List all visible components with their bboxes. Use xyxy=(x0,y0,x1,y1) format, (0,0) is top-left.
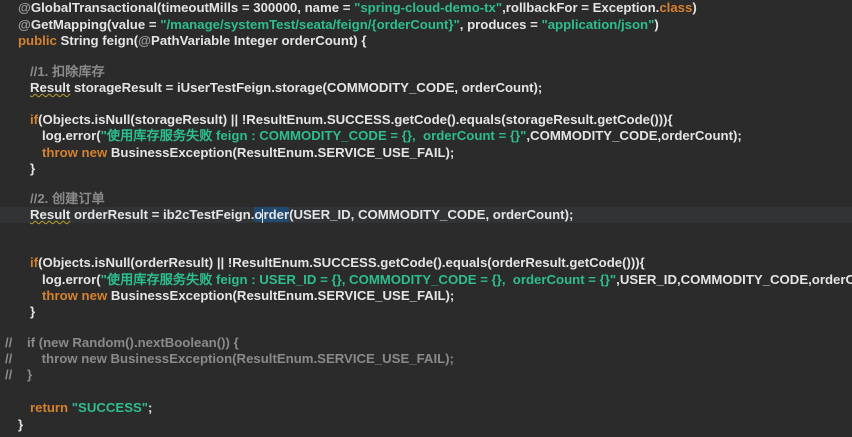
code-text: log.error("使用库存服务失败 feign : USER_ID = {}… xyxy=(42,272,852,288)
code-line[interactable]: if(Objects.isNull(orderResult) || !Resul… xyxy=(0,255,852,271)
annotation-symbol: @ xyxy=(18,17,31,32)
code-line[interactable]: public String feign(@PathVariable Intege… xyxy=(0,33,852,49)
code-token: log.error( xyxy=(42,128,101,143)
warning-token: Result xyxy=(30,207,71,222)
selected-text: o xyxy=(254,207,263,222)
comment: //2. 创建订单 xyxy=(30,191,105,206)
code-token: (USER_ID, COMMODITY_CODE, orderCount); xyxy=(289,207,574,222)
comment: // } xyxy=(5,367,33,382)
comment: // if (new Random().nextBoolean()) { xyxy=(5,335,239,350)
annotation-symbol: @ xyxy=(18,0,31,15)
code-token: BusinessException(ResultEnum.SERVICE_USE… xyxy=(107,288,455,303)
keyword: class xyxy=(659,0,693,15)
code-text: } xyxy=(30,161,35,177)
code-line[interactable]: @GetMapping(value = "/manage/systemTest/… xyxy=(0,17,852,33)
string-literal: "SUCCESS" xyxy=(71,400,149,415)
keyword: public xyxy=(18,33,57,48)
code-line[interactable]: } xyxy=(0,304,852,320)
code-text: throw new BusinessException(ResultEnum.S… xyxy=(42,145,454,161)
code-token: (Objects.isNull(storageResult) || !Resul… xyxy=(38,112,673,127)
code-text: // throw new BusinessException(ResultEnu… xyxy=(5,351,454,367)
code-line[interactable]: //1. 扣除库存 xyxy=(0,64,852,80)
code-text: return "SUCCESS"; xyxy=(30,400,152,416)
code-line[interactable]: Result orderResult = ib2cTestFeign.order… xyxy=(0,207,852,223)
string-literal: "application/json" xyxy=(541,17,655,32)
code-token: ,COMMODITY_CODE,orderCount); xyxy=(526,128,742,143)
code-token: String feign( xyxy=(56,33,139,48)
code-token: ,USER_ID,COMMODITY_CODE,orderCount); xyxy=(616,272,852,287)
code-line[interactable]: if(Objects.isNull(storageResult) || !Res… xyxy=(0,112,852,128)
code-text: if(Objects.isNull(storageResult) || !Res… xyxy=(30,112,673,128)
annotation-symbol: @ xyxy=(138,33,152,48)
string-literal: "spring-cloud-demo-tx" xyxy=(354,0,503,15)
code-line[interactable]: } xyxy=(0,417,852,433)
code-token: BusinessException(ResultEnum.SERVICE_USE… xyxy=(107,145,455,160)
code-line[interactable]: @GlobalTransactional(timeoutMills = 3000… xyxy=(0,0,852,16)
code-token: (Objects.isNull(orderResult) || !ResultE… xyxy=(38,255,645,270)
code-token: GlobalTransactional(timeoutMills = 30000… xyxy=(30,0,355,15)
code-text: if(Objects.isNull(orderResult) || !Resul… xyxy=(30,255,645,271)
code-text: } xyxy=(30,304,35,320)
keyword: return xyxy=(30,400,69,415)
code-text: } xyxy=(18,417,23,433)
code-token: GetMapping(value = xyxy=(30,17,161,32)
code-line[interactable]: // } xyxy=(0,367,852,383)
code-token: } xyxy=(18,417,24,432)
string-literal: "使用库存服务失败 feign : USER_ID = {}, COMMODIT… xyxy=(100,272,617,287)
code-token: } xyxy=(30,304,36,319)
keyword: throw new xyxy=(42,288,108,303)
code-line[interactable]: throw new BusinessException(ResultEnum.S… xyxy=(0,288,852,304)
code-text: @GetMapping(value = "/manage/systemTest/… xyxy=(18,17,659,33)
code-line[interactable]: // throw new BusinessException(ResultEnu… xyxy=(0,351,852,367)
keyword: throw new xyxy=(42,145,108,160)
code-token: ; xyxy=(148,400,153,415)
keyword: if xyxy=(30,112,39,127)
code-line[interactable]: return "SUCCESS"; xyxy=(0,400,852,416)
code-text: // } xyxy=(5,367,32,383)
code-line[interactable]: log.error("使用库存服务失败 feign : USER_ID = {}… xyxy=(0,272,852,288)
code-token: , produces = xyxy=(459,17,542,32)
string-literal: "使用库存服务失败 feign : COMMODITY_CODE = {}, o… xyxy=(100,128,527,143)
code-line[interactable]: } xyxy=(0,161,852,177)
code-text: Result storageResult = iUserTestFeign.st… xyxy=(30,80,542,96)
keyword: if xyxy=(30,255,39,270)
code-token: storageResult = iUserTestFeign.storage(C… xyxy=(70,80,543,95)
string-literal: "/manage/systemTest/seata/feign/{orderCo… xyxy=(160,17,460,32)
code-text: log.error("使用库存服务失败 feign : COMMODITY_CO… xyxy=(42,128,742,144)
code-line[interactable]: //2. 创建订单 xyxy=(0,191,852,207)
code-token: ) xyxy=(654,17,659,32)
code-text: @GlobalTransactional(timeoutMills = 3000… xyxy=(18,0,697,16)
code-line[interactable]: // if (new Random().nextBoolean()) { xyxy=(0,335,852,351)
code-text: // if (new Random().nextBoolean()) { xyxy=(5,335,239,351)
code-token: ,rollbackFor = Exception. xyxy=(502,0,660,15)
selected-text: rder xyxy=(263,207,290,222)
code-token: ) xyxy=(692,0,697,15)
code-token: orderResult = ib2cTestFeign. xyxy=(70,207,255,222)
code-line[interactable]: throw new BusinessException(ResultEnum.S… xyxy=(0,145,852,161)
comment: // throw new BusinessException(ResultEnu… xyxy=(5,351,454,366)
code-text: public String feign(@PathVariable Intege… xyxy=(18,33,366,49)
code-line[interactable]: Result storageResult = iUserTestFeign.st… xyxy=(0,80,852,96)
code-text: Result orderResult = ib2cTestFeign.order… xyxy=(30,207,573,223)
code-text: throw new BusinessException(ResultEnum.S… xyxy=(42,288,454,304)
code-token: PathVariable Integer orderCount) { xyxy=(151,33,367,48)
code-token: log.error( xyxy=(42,272,101,287)
code-token: } xyxy=(30,161,36,176)
warning-token: Result xyxy=(30,80,71,95)
code-text: //1. 扣除库存 xyxy=(30,64,105,80)
code-line[interactable]: log.error("使用库存服务失败 feign : COMMODITY_CO… xyxy=(0,128,852,144)
comment: //1. 扣除库存 xyxy=(30,64,105,79)
code-text: //2. 创建订单 xyxy=(30,191,105,207)
